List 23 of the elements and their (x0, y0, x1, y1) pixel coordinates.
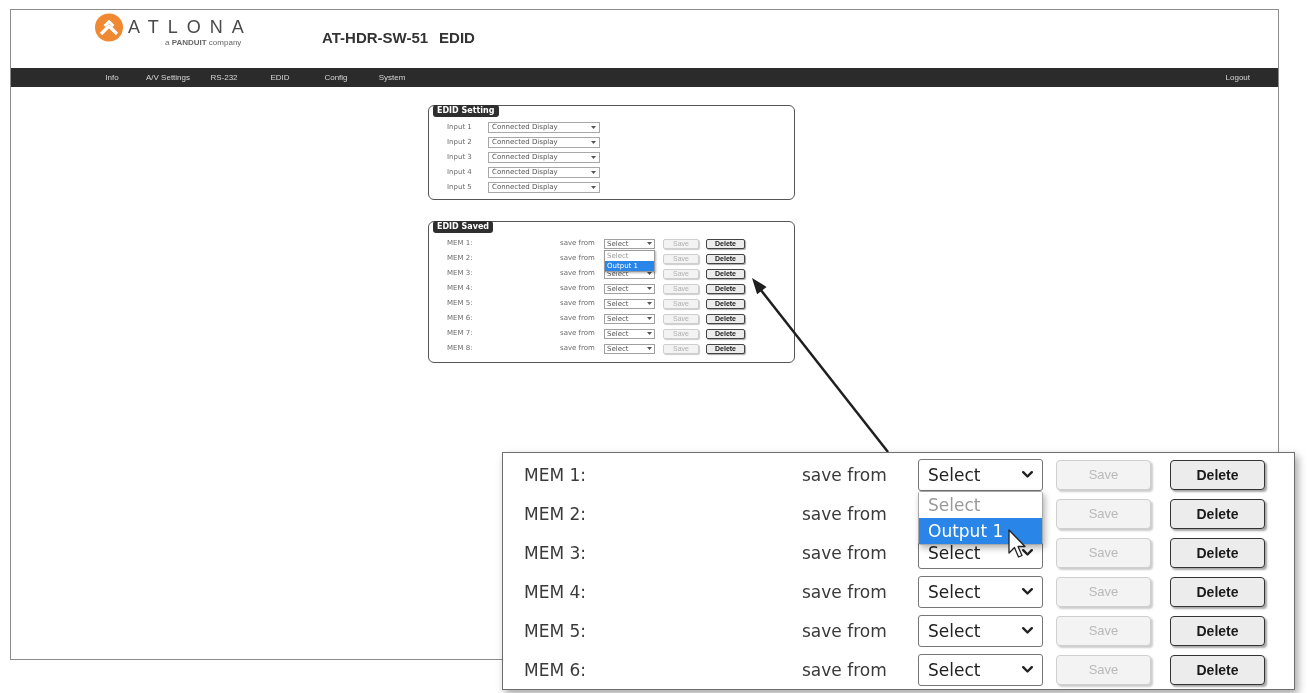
save-from-label: save from (802, 580, 888, 603)
fieldset-legend: EDID Setting (433, 105, 499, 117)
memory-label: MEM 5: (524, 619, 588, 642)
select-value: Select (928, 541, 981, 564)
memory-label: MEM 3: (524, 541, 588, 564)
memory-label: MEM 1: (524, 463, 588, 486)
memory-label: MEM 6: (524, 658, 588, 681)
save-from-label: save from (802, 658, 888, 681)
save-from-label: save from (802, 463, 888, 486)
save-from-label: save from (802, 502, 888, 525)
device-name: AT-HDR-SW-51 (322, 29, 429, 47)
save-from-label: save from (802, 541, 888, 564)
page-title: EDID (439, 29, 475, 47)
fieldset-legend: EDID Saved (433, 221, 494, 233)
logo-wordmark: ATLONA (128, 18, 254, 36)
select-value: Select (928, 619, 981, 642)
logo-tagline: a PANDUIT company (165, 38, 242, 47)
select-value: Select (928, 658, 981, 681)
select-value: Select (928, 463, 981, 486)
select-value: Select (928, 580, 981, 603)
memory-label: MEM 4: (524, 580, 588, 603)
memory-label: MEM 2: (524, 502, 588, 525)
save-from-label: save from (802, 619, 888, 642)
